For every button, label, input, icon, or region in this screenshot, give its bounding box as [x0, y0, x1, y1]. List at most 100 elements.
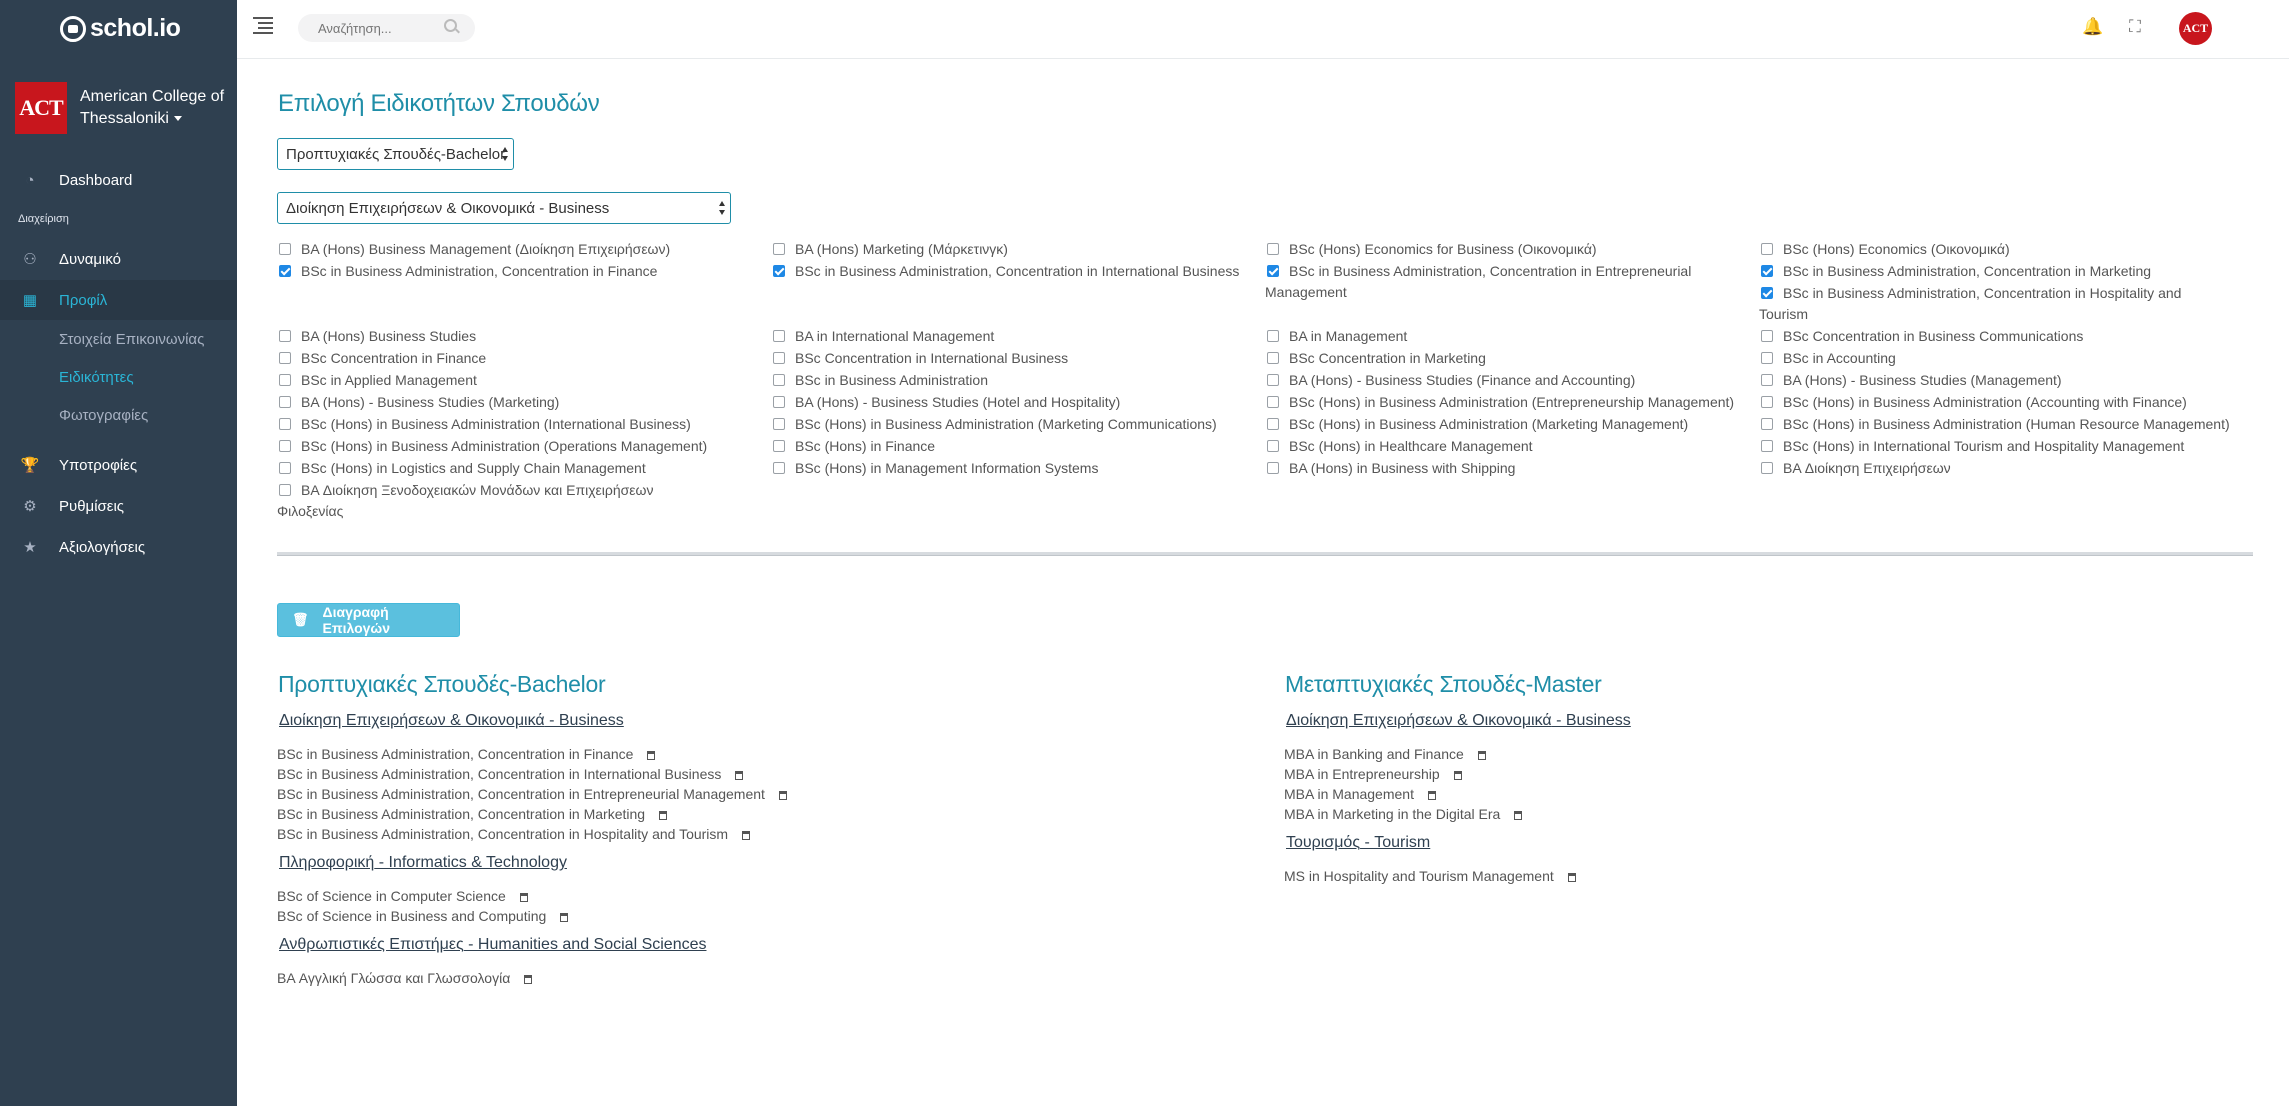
- program-checkbox[interactable]: BSc (Hons) Economics (Οικονομικά): [1759, 239, 2010, 260]
- program-checkbox[interactable]: BSc (Hons) in Business Administration (A…: [1759, 392, 2187, 413]
- program-checkbox[interactable]: BSc in Business Administration, Concentr…: [1759, 283, 2209, 325]
- program-checkbox[interactable]: BA (Hons) Business Management (Διοίκηση …: [277, 239, 670, 260]
- checkbox[interactable]: [1267, 352, 1279, 364]
- sidebar-subitem-contact[interactable]: Στοιχεία Επικοινωνίας: [59, 331, 204, 348]
- checkbox-checked[interactable]: [279, 265, 291, 277]
- sidebar-item-scholarships[interactable]: 🏆 Υποτροφίες: [0, 445, 237, 485]
- sidebar-subitem-photos[interactable]: Φωτογραφίες: [59, 407, 148, 424]
- program-checkbox[interactable]: BSc (Hons) in Business Administration (M…: [771, 414, 1217, 435]
- program-checkbox[interactable]: BSc in Business Administration, Concentr…: [771, 261, 1239, 282]
- trash-icon[interactable]: [742, 831, 751, 840]
- trash-icon[interactable]: [647, 751, 656, 760]
- org-name[interactable]: American College of Thessaloniki: [80, 86, 224, 130]
- program-checkbox[interactable]: BSc in Business Administration, Concentr…: [1759, 261, 2151, 282]
- program-checkbox[interactable]: BSc in Business Administration, Concentr…: [1265, 261, 1705, 303]
- checkbox[interactable]: [773, 440, 785, 452]
- checkbox-checked[interactable]: [773, 265, 785, 277]
- checkbox[interactable]: [279, 462, 291, 474]
- checkbox[interactable]: [279, 243, 291, 255]
- checkbox[interactable]: [279, 484, 291, 496]
- brand-logo[interactable]: schol.io: [0, 0, 237, 57]
- program-checkbox[interactable]: BSc (Hons) in Business Administration (E…: [1265, 392, 1734, 413]
- checkbox[interactable]: [773, 330, 785, 342]
- trash-icon[interactable]: [1567, 873, 1576, 882]
- program-checkbox[interactable]: BSc in Accounting: [1759, 348, 1896, 369]
- checkbox[interactable]: [279, 330, 291, 342]
- trash-icon[interactable]: [524, 975, 533, 984]
- sidebar-item-dynamiko[interactable]: ⚇ Δυναμικό: [0, 239, 237, 279]
- checkbox[interactable]: [1761, 374, 1773, 386]
- trash-icon[interactable]: [1427, 791, 1436, 800]
- group-title[interactable]: Διοίκηση Επιχειρήσεων & Οικονομικά - Bus…: [1286, 712, 1631, 730]
- trash-icon[interactable]: [560, 913, 569, 922]
- sidebar-item-profile[interactable]: ▦ Προφίλ: [0, 280, 237, 320]
- program-checkbox[interactable]: BSc (Hons) in Healthcare Management: [1265, 436, 1533, 457]
- program-checkbox[interactable]: BSc (Hons) in Logistics and Supply Chain…: [277, 458, 646, 479]
- level-select[interactable]: Προπτυχιακές Σπουδές-Bachelor: [277, 138, 514, 170]
- checkbox-checked[interactable]: [1761, 287, 1773, 299]
- program-checkbox[interactable]: BSc (Hons) in Business Administration (M…: [1265, 414, 1688, 435]
- menu-toggle-icon[interactable]: [253, 17, 273, 34]
- checkbox[interactable]: [1761, 330, 1773, 342]
- checkbox[interactable]: [1267, 243, 1279, 255]
- checkbox-checked[interactable]: [1267, 265, 1279, 277]
- trash-icon[interactable]: [778, 791, 787, 800]
- program-checkbox[interactable]: BSc Concentration in International Busin…: [771, 348, 1068, 369]
- checkbox[interactable]: [773, 352, 785, 364]
- checkbox[interactable]: [1267, 374, 1279, 386]
- program-checkbox[interactable]: BA in International Management: [771, 326, 994, 347]
- program-checkbox[interactable]: BA (Hons) - Business Studies (Finance an…: [1265, 370, 1635, 391]
- program-checkbox[interactable]: BSc (Hons) in Business Administration (I…: [277, 414, 691, 435]
- program-checkbox[interactable]: BSc (Hons) in Business Administration (H…: [1759, 414, 2230, 435]
- program-checkbox[interactable]: BSc (Hons) in Business Administration (O…: [277, 436, 707, 457]
- checkbox[interactable]: [773, 374, 785, 386]
- checkbox[interactable]: [279, 352, 291, 364]
- program-checkbox[interactable]: BSc in Business Administration: [771, 370, 988, 391]
- program-checkbox[interactable]: BSc (Hons) in Finance: [771, 436, 935, 457]
- sidebar-item-settings[interactable]: ⚙ Ρυθμίσεις: [0, 486, 237, 526]
- bell-icon[interactable]: 🔔: [2082, 17, 2103, 37]
- program-checkbox[interactable]: BA (Hons) Business Studies: [277, 326, 476, 347]
- field-select[interactable]: Διοίκηση Επιχειρήσεων & Οικονομικά - Bus…: [277, 192, 731, 224]
- checkbox[interactable]: [1761, 396, 1773, 408]
- group-title[interactable]: Ανθρωπιστικές Επιστήμες - Humanities and…: [279, 936, 706, 954]
- delete-selections-button[interactable]: 🗑 Διαγραφή Επιλογών: [277, 603, 460, 637]
- checkbox[interactable]: [1761, 418, 1773, 430]
- program-checkbox[interactable]: BSc Concentration in Marketing: [1265, 348, 1486, 369]
- program-checkbox[interactable]: BSc Concentration in Business Communicat…: [1759, 326, 2083, 347]
- program-checkbox[interactable]: BA (Hons) - Business Studies (Marketing): [277, 392, 559, 413]
- program-checkbox[interactable]: BA (Hons) in Business with Shipping: [1265, 458, 1515, 479]
- trash-icon[interactable]: [735, 771, 744, 780]
- program-checkbox[interactable]: BA (Hons) - Business Studies (Hotel and …: [771, 392, 1120, 413]
- program-checkbox[interactable]: BSc (Hons) in International Tourism and …: [1759, 436, 2184, 457]
- checkbox[interactable]: [773, 396, 785, 408]
- group-title[interactable]: Διοίκηση Επιχειρήσεων & Οικονομικά - Bus…: [279, 712, 624, 730]
- sidebar-subitem-specialties[interactable]: Ειδικότητες: [59, 369, 134, 386]
- program-checkbox[interactable]: BSc Concentration in Finance: [277, 348, 486, 369]
- checkbox[interactable]: [279, 418, 291, 430]
- checkbox[interactable]: [1267, 440, 1279, 452]
- checkbox[interactable]: [1267, 418, 1279, 430]
- checkbox[interactable]: [1267, 462, 1279, 474]
- group-title[interactable]: Πληροφορική - Informatics & Technology: [279, 854, 567, 872]
- trash-icon[interactable]: [1453, 771, 1462, 780]
- program-checkbox[interactable]: BA (Hons) - Business Studies (Management…: [1759, 370, 2062, 391]
- sidebar-item-reviews[interactable]: ★ Αξιολογήσεις: [0, 527, 237, 567]
- checkbox[interactable]: [279, 396, 291, 408]
- trash-icon[interactable]: [1477, 751, 1486, 760]
- trash-icon[interactable]: [1514, 811, 1523, 820]
- program-checkbox[interactable]: BA Διοίκηση Επιχειρήσεων: [1759, 458, 1951, 479]
- trash-icon[interactable]: [659, 811, 668, 820]
- checkbox[interactable]: [773, 462, 785, 474]
- checkbox[interactable]: [773, 418, 785, 430]
- search-icon[interactable]: [444, 19, 457, 32]
- checkbox[interactable]: [1761, 462, 1773, 474]
- checkbox[interactable]: [279, 440, 291, 452]
- fullscreen-icon[interactable]: ⛶: [2129, 17, 2141, 37]
- checkbox[interactable]: [1761, 243, 1773, 255]
- trash-icon[interactable]: [519, 893, 528, 902]
- checkbox[interactable]: [1761, 352, 1773, 364]
- program-checkbox[interactable]: BA Διοίκηση Ξενοδοχειακών Μονάδων και Επ…: [277, 480, 707, 522]
- checkbox[interactable]: [1267, 330, 1279, 342]
- program-checkbox[interactable]: BA (Hons) Marketing (Μάρκετινγκ): [771, 239, 1008, 260]
